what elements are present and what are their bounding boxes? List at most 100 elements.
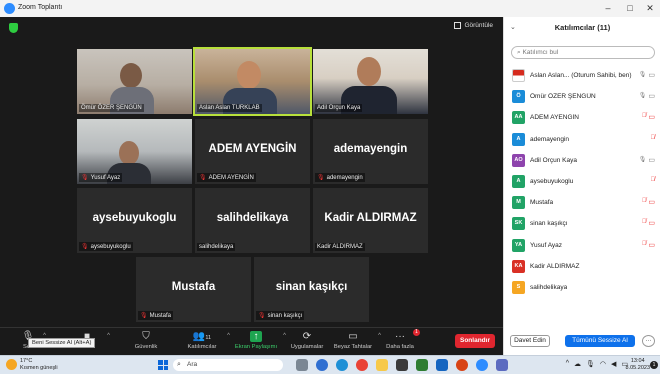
tile-name-label: 🎙 aysebuyukoglu xyxy=(79,242,133,251)
apps-button[interactable]: ⟳ Uygulamalar xyxy=(288,331,326,350)
video-tile[interactable]: 🎙 Yusuf Ayaz xyxy=(77,119,192,184)
participant-row[interactable]: Ö Ömür ÖZER ŞENGÜN 🎙 ▭ xyxy=(504,86,660,107)
video-off-icon: ▭ xyxy=(648,114,655,122)
tile-display-name: sinan kaşıkçı xyxy=(275,281,348,293)
tile-display-name: aysebuyukoglu xyxy=(92,212,177,224)
participant-row[interactable]: Ssalihdelikaya xyxy=(504,277,660,298)
invite-button[interactable]: Davet Edin xyxy=(510,335,550,347)
video-options-caret-icon[interactable]: ^ xyxy=(107,333,110,339)
cloud-icon[interactable]: ☁ xyxy=(574,360,581,368)
name-tile[interactable]: ADEM AYENGİN 🎙 ADEM AYENGİN xyxy=(195,119,310,184)
participant-row[interactable]: Aaysebuyukoglu 🎙̸ xyxy=(504,171,660,192)
more-button[interactable]: ··· 1 Daha fazla xyxy=(384,329,420,350)
share-options-caret-icon[interactable]: ^ xyxy=(283,333,286,339)
name-tile[interactable]: aysebuyukoglu 🎙 aysebuyukoglu xyxy=(77,188,192,253)
participant-name: ADEM AYENGİN xyxy=(530,114,580,122)
participant-row[interactable]: KA Kadir ALDIRMAZ xyxy=(504,256,660,277)
participants-options-caret-icon[interactable]: ^ xyxy=(227,333,230,339)
wifi-icon[interactable]: ◠ xyxy=(600,360,606,368)
close-button[interactable]: ✕ xyxy=(642,2,658,14)
view-button[interactable]: Görüntüle xyxy=(454,22,493,29)
title-bar: Zoom Toplantı – □ ✕ xyxy=(0,0,660,17)
system-tray: ^ ☁ 🎙 ◠ ◀ ▭ xyxy=(566,360,628,368)
tile-name-label: Aslan Aslan TURKLAB xyxy=(197,104,262,112)
whiteboard-button[interactable]: ▭ Beyaz Tahtalar ^ xyxy=(333,331,381,350)
participant-avatar: AO xyxy=(512,153,525,167)
mute-all-button[interactable]: Tümünü Sessize Al xyxy=(565,335,635,347)
participant-name: sinan kaşıkçı xyxy=(530,220,568,228)
chevron-up-icon[interactable]: ^ xyxy=(566,360,569,368)
participant-name: Kadir ALDIRMAZ xyxy=(530,262,580,270)
mic-icon: 🎙 xyxy=(638,156,647,163)
volume-icon[interactable]: ◀ xyxy=(611,360,616,368)
file-explorer-icon[interactable] xyxy=(376,359,388,371)
participant-status-icons: 🎙 ▭ xyxy=(639,71,655,79)
temperature: 17°C xyxy=(20,358,33,364)
video-icon: ▭ xyxy=(648,93,655,101)
participant-row[interactable]: SK sinan kaşıkçı 🎙̸ ▭ xyxy=(504,213,660,234)
security-shield-icon[interactable] xyxy=(9,23,18,33)
search-placeholder: Katılımcı bul xyxy=(522,49,559,56)
muted-mic-icon: 🎙 xyxy=(317,175,325,181)
whiteboard-options-caret-icon[interactable]: ^ xyxy=(378,333,381,339)
participant-list: Aslan Aslan... (Oturum Sahibi, ben) 🎙 ▭ Ö Öm… xyxy=(504,65,660,298)
video-tile[interactable]: Adil Orçun Kaya xyxy=(313,49,428,114)
name-tile[interactable]: sinan kaşıkçı 🎙 sinan kaşıkçı xyxy=(254,257,369,322)
participant-row[interactable]: AO Adil Orçun Kaya 🎙 ▭ xyxy=(504,150,660,171)
task-view-icon[interactable] xyxy=(296,359,308,371)
taskbar-clock[interactable]: 13:04 8.05.2023 xyxy=(626,358,650,372)
participant-name: Aslan Aslan... (Oturum Sahibi, ben) xyxy=(530,72,632,80)
taskbar-search-input[interactable]: ⌕ Ara xyxy=(173,359,283,371)
participant-row[interactable]: Aslan Aslan... (Oturum Sahibi, ben) 🎙 ▭ xyxy=(504,65,660,86)
window-title: Zoom Toplantı xyxy=(18,4,63,11)
name-tile[interactable]: Kadir ALDIRMAZ Kadir ALDIRMAZ xyxy=(313,188,428,253)
word-icon[interactable] xyxy=(436,359,448,371)
edge-icon[interactable] xyxy=(336,359,348,371)
tile-display-name: ADEM AYENGİN xyxy=(208,143,297,155)
more-label: Daha fazla xyxy=(386,344,414,350)
chrome-icon[interactable] xyxy=(356,359,368,371)
minimize-button[interactable]: – xyxy=(600,2,616,14)
name-tile[interactable]: Mustafa 🎙 Mustafa xyxy=(136,257,251,322)
tile-display-name: salihdelikaya xyxy=(216,212,289,224)
participant-search-input[interactable]: ⌕ Katılımcı bul xyxy=(511,46,655,59)
microphone-icon[interactable]: 🎙 xyxy=(586,360,595,368)
video-tile-active-speaker[interactable]: Aslan Aslan TURKLAB xyxy=(193,47,312,116)
search-icon: ⌕ xyxy=(177,361,181,368)
participant-row[interactable]: AA ADEM AYENGİN 🎙̸ ▭ xyxy=(504,107,660,128)
participant-avatar: A xyxy=(512,175,525,189)
participant-avatar: KA xyxy=(512,259,525,273)
muted-mic-icon: 🎙̸ xyxy=(641,240,647,247)
participant-name: Ömür ÖZER ŞENGÜN xyxy=(530,93,596,101)
weather-widget[interactable]: 17°C Kısmen güneşli xyxy=(6,358,58,371)
app-icon[interactable] xyxy=(456,359,468,371)
muted-mic-icon: 🎙 xyxy=(258,313,266,319)
store-icon[interactable] xyxy=(396,359,408,371)
maximize-button[interactable]: □ xyxy=(622,2,638,14)
video-tile[interactable]: Ömür ÖZER ŞENGÜN xyxy=(77,49,192,114)
participant-row[interactable]: M Mustafa 🎙̸ ▭ xyxy=(504,192,660,213)
windows-start-icon[interactable] xyxy=(158,360,168,370)
participants-button[interactable]: 👥11 Katılımcılar ^ xyxy=(182,331,231,350)
mic-icon: 🎙 xyxy=(638,72,647,78)
excel-icon[interactable] xyxy=(416,359,428,371)
participant-status-icons: 🎙̸ ▭ xyxy=(642,219,655,227)
share-screen-icon: ↑ xyxy=(250,331,262,342)
notification-badge[interactable]: 1 xyxy=(650,361,658,369)
more-notification-badge: 1 xyxy=(413,329,420,336)
name-tile[interactable]: ademayengin 🎙 ademayengin xyxy=(313,119,428,184)
name-tile[interactable]: salihdelikaya salihdelikaya xyxy=(195,188,310,253)
outlook-icon[interactable] xyxy=(496,359,508,371)
participant-avatar: M xyxy=(512,196,525,210)
zoom-taskbar-icon[interactable] xyxy=(476,359,488,371)
end-meeting-button[interactable]: Sonlandır xyxy=(455,334,495,348)
security-button[interactable]: ⛉ Güvenlik xyxy=(130,331,162,350)
panel-more-button[interactable]: ··· xyxy=(642,335,655,347)
teams-chat-icon[interactable] xyxy=(316,359,328,371)
whiteboard-icon: ▭ xyxy=(348,331,358,342)
share-screen-button[interactable]: ↑ Ekran Paylaşımı ^ xyxy=(234,331,286,350)
participant-row[interactable]: Aademayengin 🎙̸ xyxy=(504,129,660,150)
video-icon: ▭ xyxy=(648,156,655,164)
participant-row[interactable]: YA Yusuf Ayaz 🎙̸ ▭ xyxy=(504,235,660,256)
muted-mic-icon: 🎙̸ xyxy=(650,134,656,141)
